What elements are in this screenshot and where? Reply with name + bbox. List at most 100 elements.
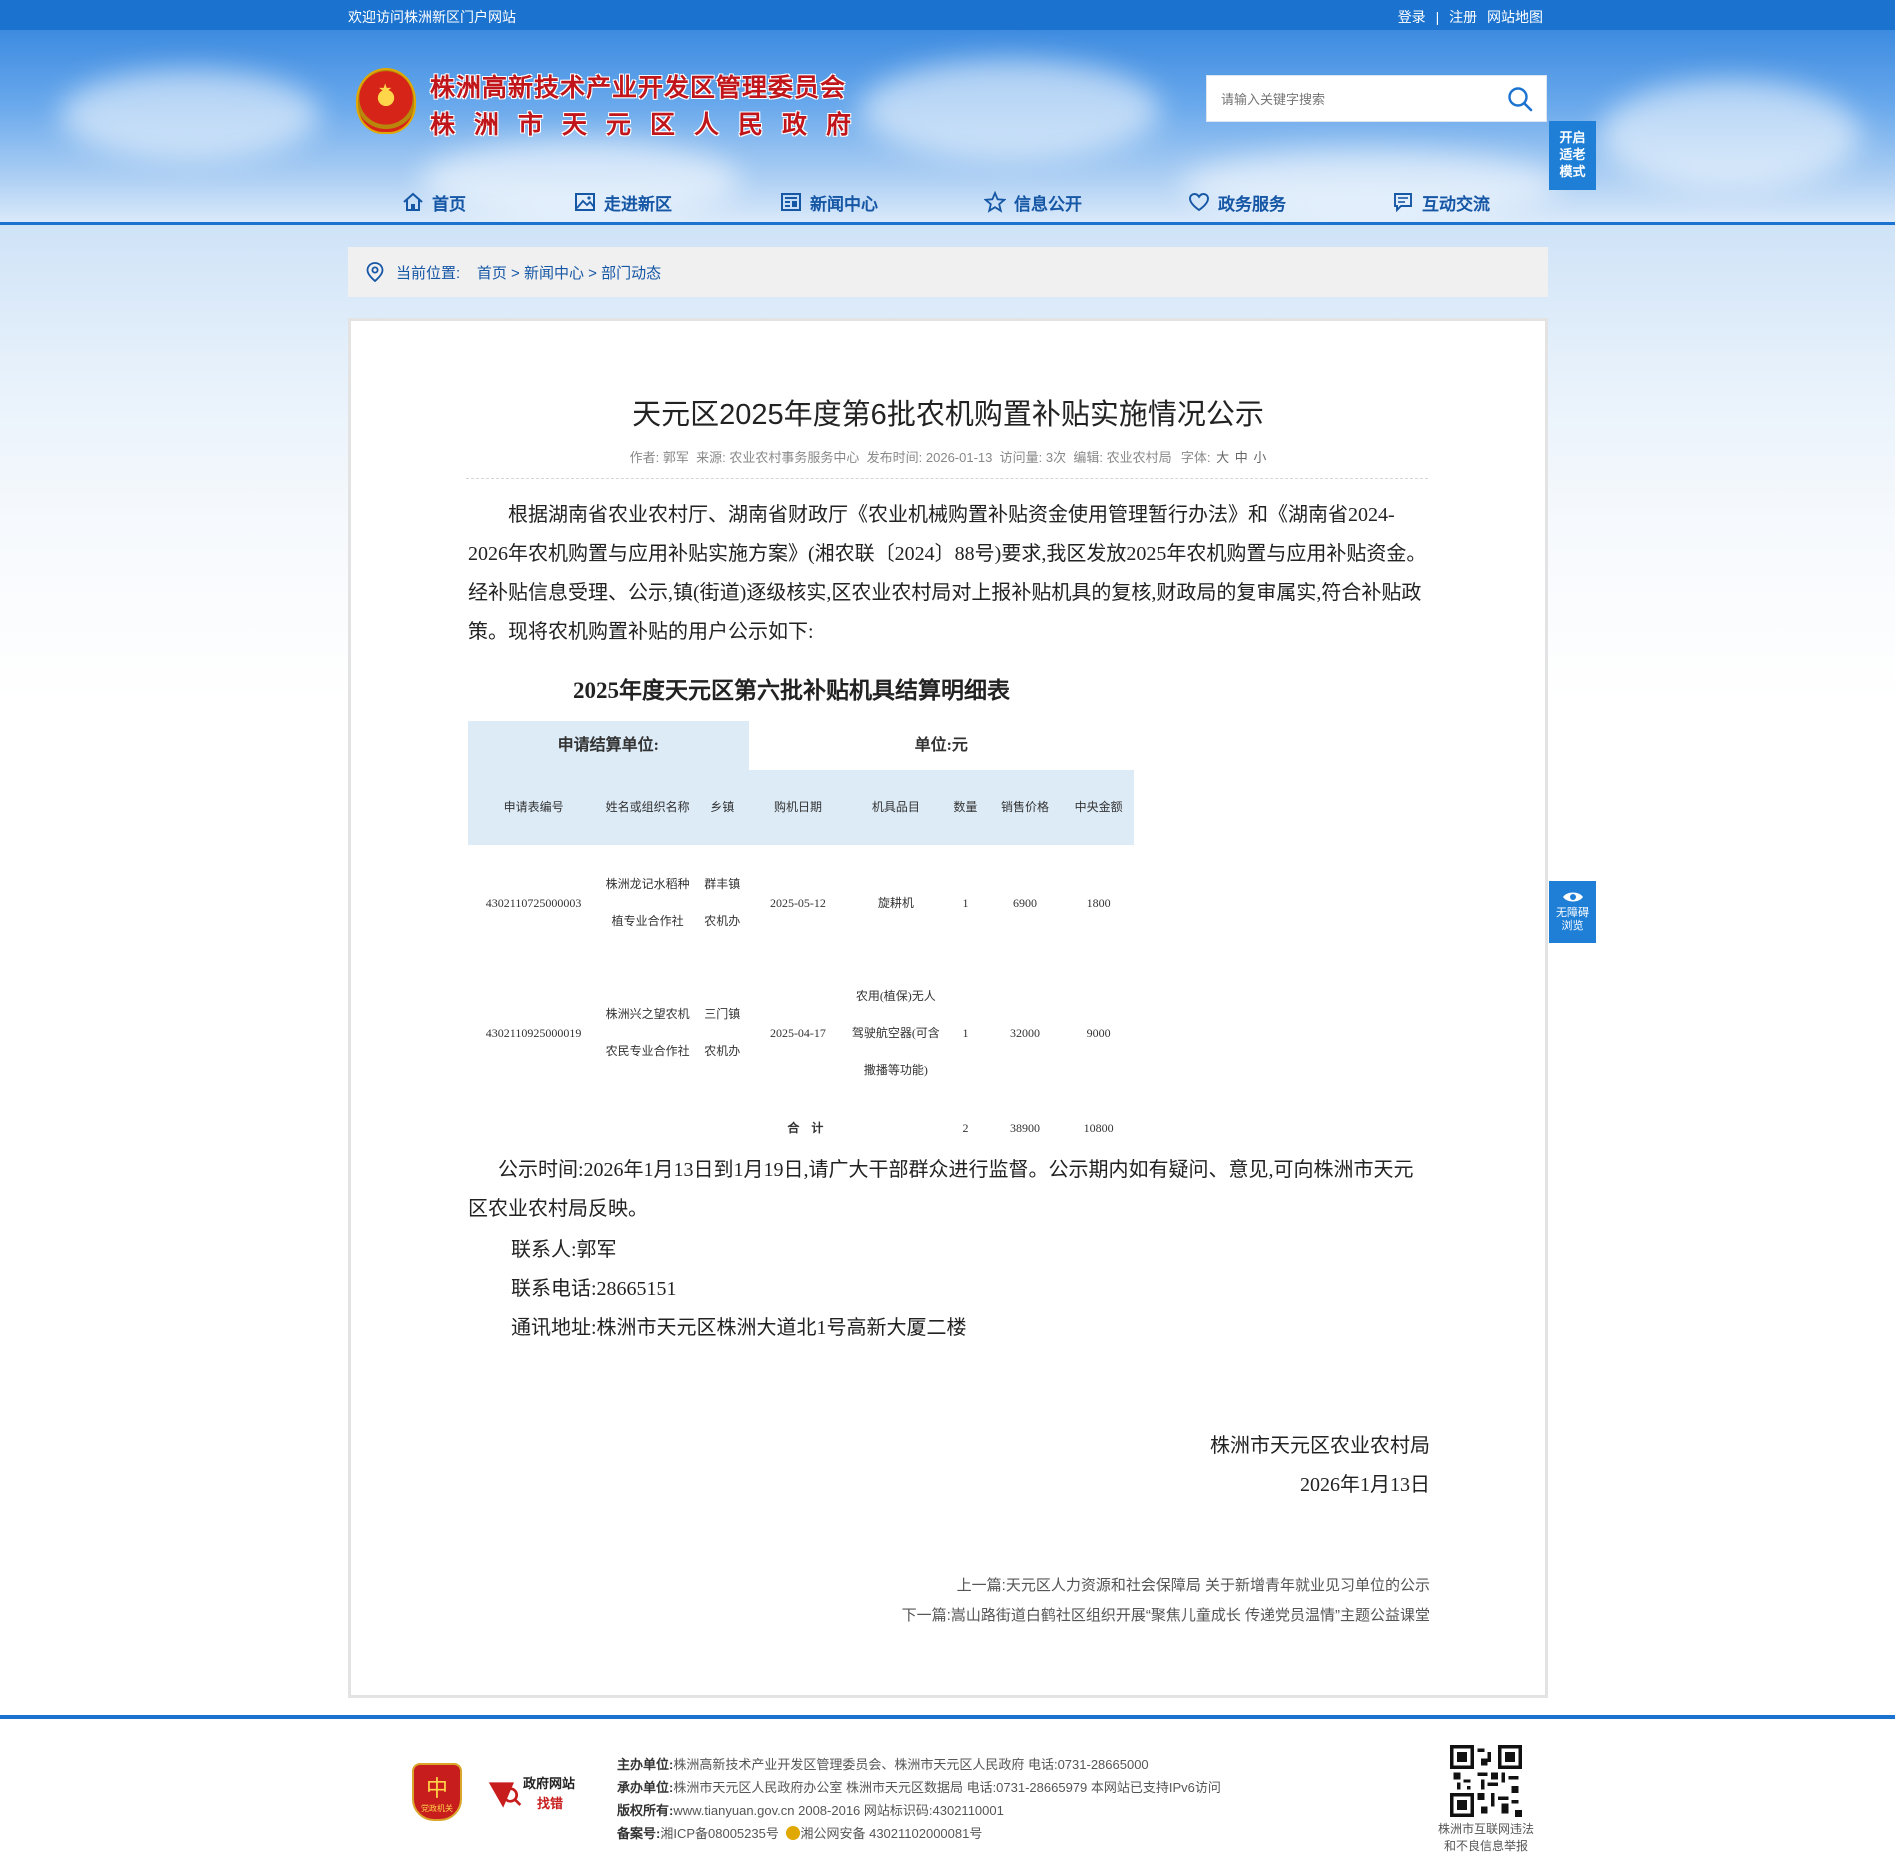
login-link[interactable]: 登录 <box>1398 9 1426 25</box>
font-size-label: 字体: <box>1180 450 1211 465</box>
signature-org: 株洲市天元区农业农村局 <box>1210 1435 1430 1457</box>
th-name: 姓名或组织名称 <box>599 770 697 845</box>
party-badge-label: 党政机关 <box>421 1804 453 1813</box>
party-badge-icon: 中 <box>425 1776 448 1801</box>
accessibility-line2: 浏览 <box>1561 920 1584 932</box>
qr-code-icon <box>1450 1745 1522 1817</box>
police-badge-icon <box>786 1826 801 1840</box>
site-title-line1: 株洲高新技术产业开发区管理委员会 <box>430 73 847 102</box>
meta-date: 2026-01-13 <box>925 450 993 465</box>
nav-item-info-disclosure[interactable]: 信息公开 <box>984 188 1082 216</box>
cell-machine: 旋耕机 <box>877 895 914 910</box>
search-input[interactable] <box>1221 88 1501 110</box>
font-size-large[interactable]: 大 <box>1216 450 1229 465</box>
contact-phone: 联系电话:28665151 <box>511 1278 677 1300</box>
total-label: 合 计 <box>787 1120 824 1135</box>
table-row: 4302110925000019 株洲兴之望农机农民专业合作社 三门镇农机办 2… <box>468 961 1134 1105</box>
font-size-small[interactable]: 小 <box>1253 450 1266 465</box>
cell-date: 2025-05-12 <box>769 895 826 910</box>
cell-name: 株洲龙记水稻种植专业合作社 <box>605 877 690 928</box>
police-record-link[interactable]: 湘公网安备 43021102000081号 <box>800 1826 982 1841</box>
th-app-no: 申请表编号 <box>468 770 600 845</box>
font-size-medium[interactable]: 中 <box>1235 450 1248 465</box>
accessibility-button[interactable]: 无障碍 浏览 <box>1549 881 1596 943</box>
chat-icon <box>1394 193 1412 213</box>
breadcrumb: 当前位置: 首页 > 新闻中心 > 部门动态 <box>348 247 1548 297</box>
prev-article[interactable]: 上一篇:天元区人力资源和社会保障局 关于新增青年就业见习单位的公示 <box>957 1574 1430 1595</box>
footer: 中 党政机关 政府网站 找错 主办单位:株洲高新技术产业开发区管理委员会、株洲市… <box>0 1719 1895 1876</box>
prev-article-link[interactable]: 天元区人力资源和社会保障局 关于新增青年就业见习单位的公示 <box>1006 1577 1430 1594</box>
site-logo-title[interactable]: 株洲高新技术产业开发区管理委员会 株洲市天元区人民政府 <box>430 68 870 141</box>
sitemap-link[interactable]: 网站地图 <box>1487 9 1543 25</box>
table-header-row: 申请表编号 姓名或组织名称 乡镇 购机日期 机具品目 数量 销售价格 中央金额 <box>468 770 1134 845</box>
meta-source: 农业农村事务服务中心 <box>729 450 860 465</box>
copyright-label: 版权所有: <box>617 1803 674 1818</box>
home-icon <box>403 192 423 211</box>
meta-source-label: 来源: <box>696 450 726 465</box>
breadcrumb-separator: > <box>588 265 597 282</box>
meta-editor: 农业农村局 <box>1106 450 1172 465</box>
nav-item-label: 新闻中心 <box>810 194 878 214</box>
newspaper-icon <box>781 193 801 211</box>
article-paragraph-1: 根据湖南省农业农村厅、湖南省财政厅《农业机械购置补贴资金使用管理暂行办法》和《湖… <box>468 504 1427 643</box>
picture-icon <box>575 193 595 211</box>
article-container: 天元区2025年度第6批农机购置补贴实施情况公示 作者: 郭军 来源: 农业农村… <box>348 318 1548 1698</box>
cell-qty: 1 <box>962 895 969 910</box>
meta-divider <box>466 478 1428 479</box>
article-title: 天元区2025年度第6批农机购置补贴实施情况公示 <box>632 399 1264 431</box>
meta-author: 郭军 <box>662 450 689 465</box>
nav-item-label: 信息公开 <box>1014 194 1082 214</box>
nav-item-interaction[interactable]: 互动交流 <box>1392 188 1490 216</box>
next-article-link[interactable]: 嵩山路街道白鹤社区组织开展“聚焦儿童成长 传递党员温情”主题公益课堂 <box>951 1607 1430 1624</box>
nav-item-label: 互动交流 <box>1422 194 1490 214</box>
article-meta: 作者: 郭军 来源: 农业农村事务服务中心 发布时间: 2026-01-13 访… <box>351 447 1545 466</box>
elder-mode-line2: 适老 <box>1559 147 1586 162</box>
welcome-text: 欢迎访问株洲新区门户网站 <box>348 9 516 25</box>
meta-views: 3次 <box>1045 450 1067 465</box>
nav-item-explore[interactable]: 走进新区 <box>574 188 672 216</box>
cell-central: 9000 <box>1086 1025 1111 1040</box>
cell-town: 群丰镇农机办 <box>704 877 741 928</box>
cell-app-no: 4302110725000003 <box>485 895 582 910</box>
heart-icon <box>1189 193 1209 212</box>
next-article[interactable]: 下一篇:嵩山路街道白鹤社区组织开展“聚焦儿童成长 传递党员温情”主题公益课堂 <box>902 1604 1430 1625</box>
total-qty: 2 <box>962 1120 969 1135</box>
cell-qty: 1 <box>962 1025 969 1040</box>
undertake-label: 承办单位: <box>617 1780 674 1795</box>
th-town: 乡镇 <box>696 770 749 845</box>
th-machine: 机具品目 <box>847 770 945 845</box>
icp-link[interactable]: 湘ICP备08005235号 <box>660 1826 779 1841</box>
party-gov-badge[interactable]: 中 党政机关 <box>412 1763 462 1821</box>
breadcrumb-dept[interactable]: 部门动态 <box>601 265 661 282</box>
cell-town: 三门镇农机办 <box>704 1007 741 1058</box>
top-bar: 欢迎访问株洲新区门户网站 登录 | 注册 网站地图 <box>0 0 1895 30</box>
search-icon[interactable] <box>1506 85 1534 113</box>
elder-mode-line3: 模式 <box>1559 164 1586 179</box>
site-title-line2: 株洲市天元区人民政府 <box>430 110 871 139</box>
table-unit-row: 申请结算单位: 单位:元 <box>468 721 1134 770</box>
footer-info: 主办单位:株洲高新技术产业开发区管理委员会、株洲市天元区人民政府 电话:0731… <box>617 1753 1221 1845</box>
cell-price: 32000 <box>1009 1025 1040 1040</box>
gov-site-find-error-badge[interactable]: 政府网站 找错 <box>487 1773 587 1817</box>
find-error-subtitle: 找错 <box>537 1796 564 1811</box>
table-total-row: 合 计 2 38900 10800 <box>468 1105 1134 1151</box>
nav-item-label: 首页 <box>432 194 466 214</box>
host-label: 主办单位: <box>617 1757 674 1772</box>
breadcrumb-news[interactable]: 新闻中心 <box>524 265 584 282</box>
nav-item-gov-service[interactable]: 政务服务 <box>1188 188 1286 216</box>
contact-address: 通讯地址:株洲市天元区株洲大道北1号高新大厦二楼 <box>511 1317 967 1339</box>
meta-views-label: 访问量: <box>999 450 1043 465</box>
emblem-star-icon: ★ <box>378 82 393 99</box>
nav-item-news[interactable]: 新闻中心 <box>780 188 878 216</box>
total-price: 38900 <box>1009 1120 1040 1135</box>
host-text: 株洲高新技术产业开发区管理委员会、株洲市天元区人民政府 电话:0731-2866… <box>673 1757 1149 1772</box>
nav-item-label: 走进新区 <box>604 194 672 214</box>
breadcrumb-home[interactable]: 首页 <box>477 265 507 282</box>
nav-item-label: 政务服务 <box>1218 194 1286 214</box>
breadcrumb-label: 当前位置: <box>396 265 461 282</box>
nav-item-home[interactable]: 首页 <box>402 188 466 216</box>
search-box <box>1206 75 1547 122</box>
register-link[interactable]: 注册 <box>1449 9 1477 25</box>
table-title: 2025年度天元区第六批补贴机具结算明细表 <box>573 678 1010 703</box>
th-date: 购机日期 <box>748 770 848 845</box>
